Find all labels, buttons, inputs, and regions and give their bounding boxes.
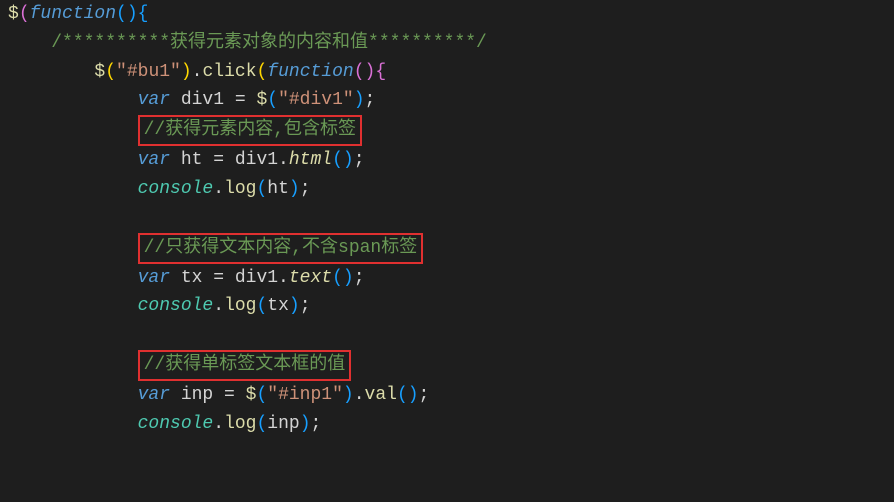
code-token: ): [354, 90, 365, 110]
code-token: ;: [354, 268, 365, 288]
code-token: "#bu1": [116, 62, 181, 82]
code-token: function: [30, 4, 116, 24]
code-token: ): [181, 62, 192, 82]
code-token: ht = div1.: [170, 150, 289, 170]
code-token: (: [19, 4, 30, 24]
code-token: .: [213, 296, 224, 316]
code-token: $: [8, 4, 19, 24]
code-token: (: [257, 62, 268, 82]
code-token: (): [332, 150, 354, 170]
code-token: $: [256, 90, 267, 110]
code-token: (: [105, 62, 116, 82]
code-token: .: [354, 385, 365, 405]
code-token: ): [289, 179, 300, 199]
code-token: (: [256, 385, 267, 405]
code-token: {: [138, 4, 149, 24]
code-token: $: [246, 385, 257, 405]
code-token: ;: [354, 150, 365, 170]
code-token: inp =: [170, 385, 246, 405]
code-token: .: [213, 414, 224, 434]
code-token: log: [224, 179, 256, 199]
code-token: var: [138, 385, 170, 405]
code-token: ;: [300, 179, 311, 199]
code-token: click: [202, 62, 256, 82]
code-token: tx = div1.: [170, 268, 289, 288]
code-token: ht: [267, 179, 289, 199]
code-token: (): [116, 4, 138, 24]
code-token: ;: [311, 414, 322, 434]
code-token: log: [224, 296, 256, 316]
code-token: div1 =: [170, 90, 256, 110]
code-token: console: [138, 296, 214, 316]
code-token: var: [138, 150, 170, 170]
highlighted-comment: //只获得文本内容,不含span标签: [138, 233, 424, 264]
code-editor[interactable]: $(function(){ /**********获得元素对象的内容和值****…: [0, 0, 894, 439]
comment-line: /**********获得元素对象的内容和值**********/: [51, 33, 487, 53]
highlighted-comment: //获得单标签文本框的值: [138, 350, 352, 381]
code-token: val: [365, 385, 397, 405]
code-token: (): [354, 62, 376, 82]
code-token: (: [256, 296, 267, 316]
comment-line: //获得单标签文本框的值: [144, 355, 346, 375]
code-token: ): [289, 296, 300, 316]
code-token: log: [224, 414, 256, 434]
code-token: inp: [267, 414, 299, 434]
code-token: html: [289, 150, 332, 170]
comment-line: //获得元素内容,包含标签: [144, 120, 356, 140]
code-token: "#inp1": [267, 385, 343, 405]
code-token: (: [256, 179, 267, 199]
highlighted-comment: //获得元素内容,包含标签: [138, 115, 362, 146]
code-token: tx: [267, 296, 289, 316]
code-token: (): [397, 385, 419, 405]
code-token: (: [256, 414, 267, 434]
code-token: function: [267, 62, 353, 82]
code-token: ;: [300, 296, 311, 316]
code-token: ): [343, 385, 354, 405]
code-token: var: [138, 90, 170, 110]
code-token: "#div1": [278, 90, 354, 110]
code-token: console: [138, 414, 214, 434]
code-token: {: [375, 62, 386, 82]
code-token: (): [332, 268, 354, 288]
code-token: ): [300, 414, 311, 434]
code-token: text: [289, 268, 332, 288]
code-token: (: [267, 90, 278, 110]
code-token: ;: [419, 385, 430, 405]
comment-line: //只获得文本内容,不含span标签: [144, 238, 418, 258]
code-token: $: [94, 62, 105, 82]
code-token: ;: [365, 90, 376, 110]
code-token: .: [192, 62, 203, 82]
code-token: .: [213, 179, 224, 199]
code-token: var: [138, 268, 170, 288]
code-token: console: [138, 179, 214, 199]
